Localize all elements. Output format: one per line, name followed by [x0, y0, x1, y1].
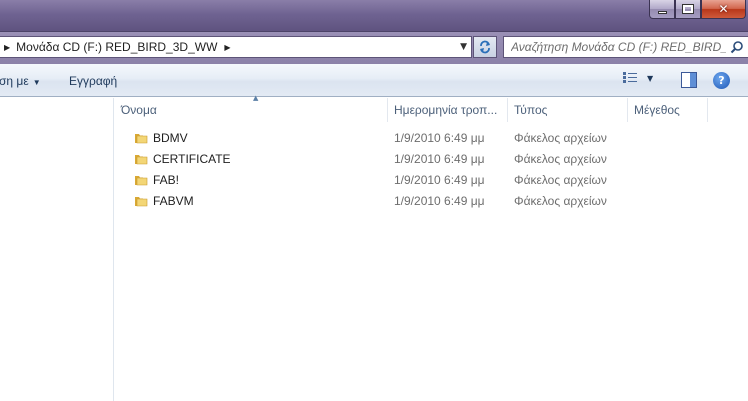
file-date: 1/9/2010 6:49 μμ [394, 131, 485, 145]
file-date: 1/9/2010 6:49 μμ [394, 194, 485, 208]
column-label: Όνομα [121, 103, 157, 117]
file-row[interactable]: BDMV 1/9/2010 6:49 μμ Φάκελος αρχείων [115, 128, 748, 149]
chevron-right-icon[interactable]: ▶ [4, 43, 10, 52]
breadcrumb-drive[interactable]: Μονάδα CD (F:) RED_BIRD_3D_WW [16, 40, 217, 54]
close-button[interactable]: ✕ [701, 0, 746, 19]
column-header-date[interactable]: Ημερομηνία τροπ... [388, 98, 508, 122]
maximize-button[interactable] [675, 0, 701, 19]
file-list: ▲ Όνομα Ημερομηνία τροπ... Τύπος Μέγεθος… [115, 94, 748, 401]
title-bar: ✕ [0, 0, 748, 32]
column-header-size[interactable]: Μέγεθος [628, 98, 708, 122]
share-with-label: ση με [0, 74, 29, 88]
preview-pane-button[interactable] [681, 72, 697, 88]
file-name: BDMV [153, 131, 188, 145]
file-type: Φάκελος αρχείων [514, 152, 607, 166]
folder-icon [135, 176, 148, 186]
maximize-icon [682, 4, 694, 14]
file-row[interactable]: CERTIFICATE 1/9/2010 6:49 μμ Φάκελος αρχ… [115, 149, 748, 170]
column-headers: ▲ Όνομα Ημερομηνία τροπ... Τύπος Μέγεθος [115, 94, 748, 122]
chevron-down-icon[interactable]: ▼ [460, 42, 467, 52]
folder-icon [135, 134, 148, 144]
command-bar: ση με ▼ Εγγραφή ▼ ? [0, 64, 748, 97]
navigation-pane[interactable] [0, 98, 114, 401]
view-options-icon [623, 72, 637, 83]
column-label: Ημερομηνία τροπ... [394, 103, 498, 117]
help-icon: ? [718, 74, 725, 87]
folder-icon [135, 197, 148, 207]
file-row[interactable]: FABVM 1/9/2010 6:49 μμ Φάκελος αρχείων [115, 191, 748, 212]
change-view-button[interactable]: ▼ [623, 72, 653, 84]
burn-button[interactable]: Εγγραφή [69, 74, 117, 88]
file-date: 1/9/2010 6:49 μμ [394, 173, 485, 187]
folder-icon [135, 155, 148, 165]
chevron-right-icon[interactable]: ▶ [224, 43, 230, 52]
address-row: ▶ Μονάδα CD (F:) RED_BIRD_3D_WW ▶ ▼ Αναζ… [0, 32, 748, 64]
column-header-type[interactable]: Τύπος [508, 98, 628, 122]
share-with-menu[interactable]: ση με ▼ [0, 74, 41, 88]
close-icon: ✕ [718, 2, 729, 16]
caption-buttons: ✕ [649, 0, 746, 21]
search-icon[interactable] [730, 40, 744, 54]
refresh-icon [480, 40, 490, 54]
chevron-down-icon: ▼ [647, 73, 654, 83]
search-input[interactable]: Αναζήτηση Μονάδα CD (F:) RED_BIRD_3D_WW [503, 36, 748, 58]
file-name: CERTIFICATE [153, 152, 231, 166]
file-type: Φάκελος αρχείων [514, 173, 607, 187]
file-date: 1/9/2010 6:49 μμ [394, 152, 485, 166]
minimize-button[interactable] [649, 0, 675, 19]
search-placeholder: Αναζήτηση Μονάδα CD (F:) RED_BIRD_3D_WW [511, 40, 726, 54]
file-row[interactable]: FAB! 1/9/2010 6:49 μμ Φάκελος αρχείων [115, 170, 748, 191]
column-label: Τύπος [514, 103, 548, 117]
file-type: Φάκελος αρχείων [514, 131, 607, 145]
column-label: Μέγεθος [634, 103, 680, 117]
refresh-button[interactable] [473, 36, 497, 58]
minimize-icon [657, 10, 667, 14]
file-type: Φάκελος αρχείων [514, 194, 607, 208]
column-header-name[interactable]: Όνομα [115, 98, 388, 122]
address-bar[interactable]: ▶ Μονάδα CD (F:) RED_BIRD_3D_WW ▶ ▼ [0, 36, 472, 58]
chevron-down-icon: ▼ [32, 78, 41, 87]
help-button[interactable]: ? [713, 72, 730, 89]
file-name: FAB! [153, 173, 180, 187]
file-name: FABVM [153, 194, 194, 208]
